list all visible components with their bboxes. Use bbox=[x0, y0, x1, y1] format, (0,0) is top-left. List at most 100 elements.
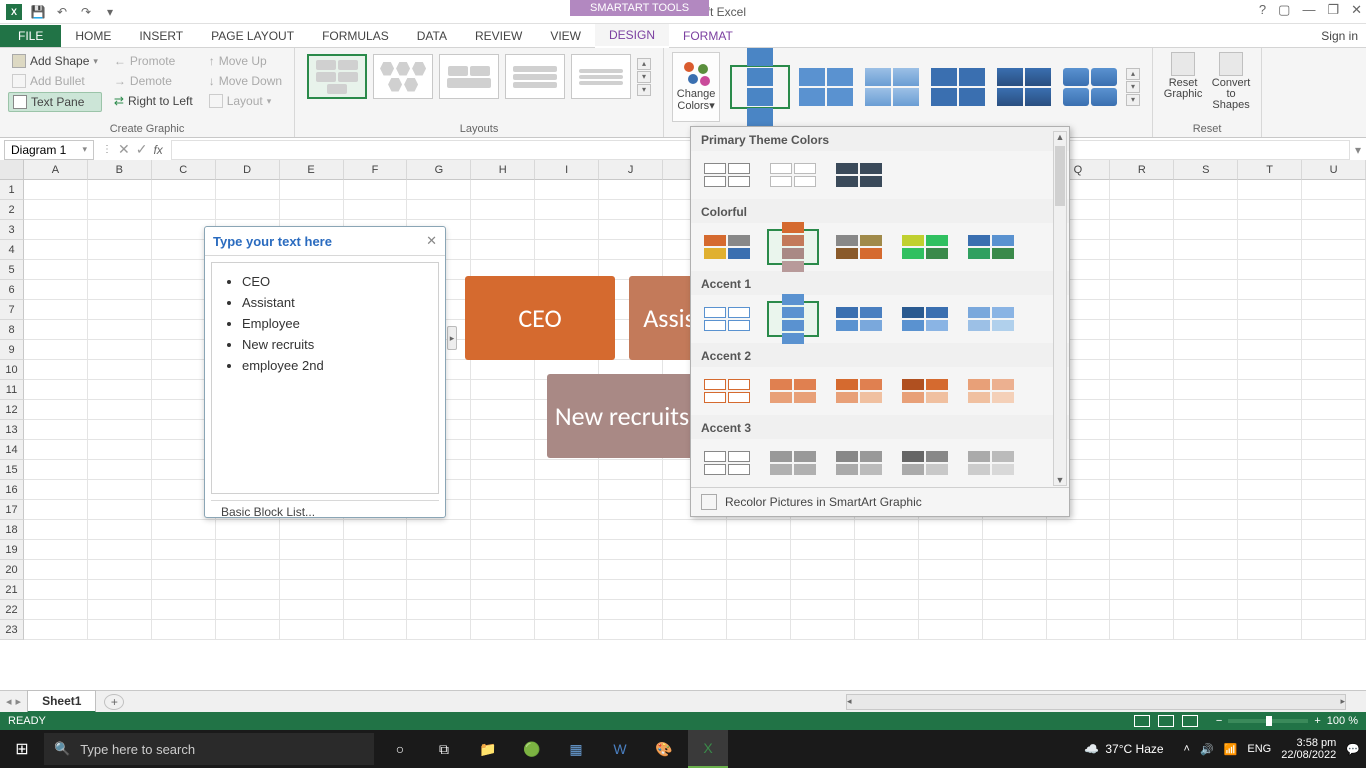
cd-accent3-3[interactable] bbox=[833, 445, 885, 481]
tray-chevron-icon[interactable]: ˄ bbox=[1184, 743, 1190, 755]
smartart-block-ceo[interactable]: CEO bbox=[465, 276, 615, 360]
cd-accent3-4[interactable] bbox=[899, 445, 951, 481]
add-bullet-button[interactable]: Add Bullet bbox=[8, 72, 102, 90]
tab-home[interactable]: HOME bbox=[61, 25, 125, 47]
namebox-dropdown-icon[interactable]: ⋮ bbox=[102, 144, 112, 155]
cd-accent3-2[interactable] bbox=[767, 445, 819, 481]
col-header-F[interactable]: F bbox=[344, 160, 408, 180]
minimize-icon[interactable]: — bbox=[1302, 2, 1315, 18]
row-header-6[interactable]: 6 bbox=[0, 280, 24, 300]
text-pane-body[interactable]: CEOAssistantEmployeeNew recruitsemployee… bbox=[211, 262, 439, 494]
tab-design[interactable]: DESIGN bbox=[595, 24, 669, 48]
row-header-12[interactable]: 12 bbox=[0, 400, 24, 420]
layout-thumb-2[interactable] bbox=[373, 54, 433, 99]
weather-widget[interactable]: ☁️37°C Haze bbox=[1084, 742, 1163, 756]
text-pane-item-2[interactable]: Employee bbox=[242, 313, 426, 334]
layout-thumb-4[interactable] bbox=[505, 54, 565, 99]
col-header-T[interactable]: T bbox=[1238, 160, 1302, 180]
tab-insert[interactable]: INSERT bbox=[125, 25, 197, 47]
row-header-5[interactable]: 5 bbox=[0, 260, 24, 280]
layout-thumb-5[interactable] bbox=[571, 54, 631, 99]
cortana-icon[interactable]: ○ bbox=[380, 730, 420, 768]
text-pane-item-0[interactable]: CEO bbox=[242, 271, 426, 292]
cd-primary-3[interactable] bbox=[833, 157, 885, 193]
sheet-nav[interactable]: ◂▸ bbox=[0, 695, 27, 708]
layout-thumb-1[interactable] bbox=[307, 54, 367, 99]
styles-more[interactable]: ▴▾▾ bbox=[1126, 68, 1140, 106]
tab-review[interactable]: REVIEW bbox=[461, 25, 536, 47]
cd-accent1-1[interactable] bbox=[701, 301, 753, 337]
col-header-R[interactable]: R bbox=[1110, 160, 1174, 180]
maximize-icon[interactable]: ❐ bbox=[1327, 2, 1339, 18]
add-shape-button[interactable]: Add Shape▾ bbox=[8, 52, 102, 70]
close-icon[interactable]: ✕ bbox=[1351, 2, 1362, 18]
app-icon-1[interactable]: ▦ bbox=[556, 730, 596, 768]
row-header-21[interactable]: 21 bbox=[0, 580, 24, 600]
cd-recolor-pictures[interactable]: Recolor Pictures in SmartArt Graphic bbox=[691, 487, 1069, 516]
zoom-slider[interactable] bbox=[1228, 719, 1308, 723]
change-colors-button[interactable]: Change Colors▾ bbox=[672, 52, 720, 122]
tab-file[interactable]: FILE bbox=[0, 25, 61, 47]
fx-icon[interactable]: fx bbox=[153, 143, 162, 157]
right-to-left-button[interactable]: ⇄Right to Left bbox=[110, 92, 197, 110]
cd-accent1-5[interactable] bbox=[965, 301, 1017, 337]
start-button[interactable]: ⊞ bbox=[0, 730, 44, 768]
row-header-7[interactable]: 7 bbox=[0, 300, 24, 320]
cd-accent1-4[interactable] bbox=[899, 301, 951, 337]
row-header-13[interactable]: 13 bbox=[0, 420, 24, 440]
col-header-U[interactable]: U bbox=[1302, 160, 1366, 180]
text-pane-close-icon[interactable]: ✕ bbox=[426, 233, 437, 249]
tab-page-layout[interactable]: PAGE LAYOUT bbox=[197, 25, 308, 47]
row-header-20[interactable]: 20 bbox=[0, 560, 24, 580]
move-down-button[interactable]: ↓Move Down bbox=[205, 72, 286, 90]
col-header-C[interactable]: C bbox=[152, 160, 216, 180]
view-pagebreak-icon[interactable] bbox=[1182, 715, 1198, 727]
col-header-E[interactable]: E bbox=[280, 160, 344, 180]
horizontal-scrollbar[interactable]: ◂▸ bbox=[846, 694, 1346, 710]
text-pane-footer[interactable]: Basic Block List... bbox=[211, 500, 439, 523]
task-view-icon[interactable]: ⧉ bbox=[424, 730, 464, 768]
text-pane-item-4[interactable]: employee 2nd bbox=[242, 355, 426, 376]
row-header-3[interactable]: 3 bbox=[0, 220, 24, 240]
col-header-I[interactable]: I bbox=[535, 160, 599, 180]
reset-graphic-button[interactable]: Reset Graphic bbox=[1161, 52, 1205, 112]
sheet-tab-sheet1[interactable]: Sheet1 bbox=[27, 690, 96, 713]
chrome-icon[interactable]: 🟢 bbox=[512, 730, 552, 768]
tab-format[interactable]: FORMAT bbox=[669, 25, 747, 47]
wifi-icon[interactable]: 📶 bbox=[1224, 743, 1238, 756]
clock[interactable]: 3:58 pm 22/08/2022 bbox=[1281, 737, 1336, 761]
row-header-11[interactable]: 11 bbox=[0, 380, 24, 400]
tab-formulas[interactable]: FORMULAS bbox=[308, 25, 403, 47]
cd-accent2-5[interactable] bbox=[965, 373, 1017, 409]
cd-primary-1[interactable] bbox=[701, 157, 753, 193]
row-header-17[interactable]: 17 bbox=[0, 500, 24, 520]
row-header-16[interactable]: 16 bbox=[0, 480, 24, 500]
row-header-9[interactable]: 9 bbox=[0, 340, 24, 360]
cd-accent3-5[interactable] bbox=[965, 445, 1017, 481]
cd-accent1-3[interactable] bbox=[833, 301, 885, 337]
row-header-18[interactable]: 18 bbox=[0, 520, 24, 540]
enter-icon[interactable]: ✓ bbox=[136, 141, 148, 158]
view-normal-icon[interactable] bbox=[1134, 715, 1150, 727]
col-header-S[interactable]: S bbox=[1174, 160, 1238, 180]
style-thumb-1[interactable] bbox=[730, 65, 790, 109]
row-header-14[interactable]: 14 bbox=[0, 440, 24, 460]
cd-scrollbar[interactable]: ▲ ▼ bbox=[1053, 131, 1067, 486]
sign-in-link[interactable]: Sign in bbox=[1321, 29, 1358, 43]
style-thumb-3[interactable] bbox=[862, 65, 922, 109]
formula-expand-icon[interactable]: ▾ bbox=[1350, 143, 1366, 157]
col-header-A[interactable]: A bbox=[24, 160, 88, 180]
cd-accent1-2[interactable] bbox=[767, 301, 819, 337]
row-header-2[interactable]: 2 bbox=[0, 200, 24, 220]
row-header-22[interactable]: 22 bbox=[0, 600, 24, 620]
cd-accent3-1[interactable] bbox=[701, 445, 753, 481]
row-header-19[interactable]: 19 bbox=[0, 540, 24, 560]
text-pane-button[interactable]: Text Pane bbox=[8, 92, 102, 112]
row-header-10[interactable]: 10 bbox=[0, 360, 24, 380]
cd-accent2-2[interactable] bbox=[767, 373, 819, 409]
style-thumb-5[interactable] bbox=[994, 65, 1054, 109]
taskbar-search[interactable]: 🔍 Type here to search bbox=[44, 733, 374, 765]
cd-colorful-2[interactable] bbox=[767, 229, 819, 265]
qat-customize-icon[interactable]: ▾ bbox=[102, 4, 118, 20]
zoom-in-icon[interactable]: + bbox=[1314, 715, 1320, 727]
